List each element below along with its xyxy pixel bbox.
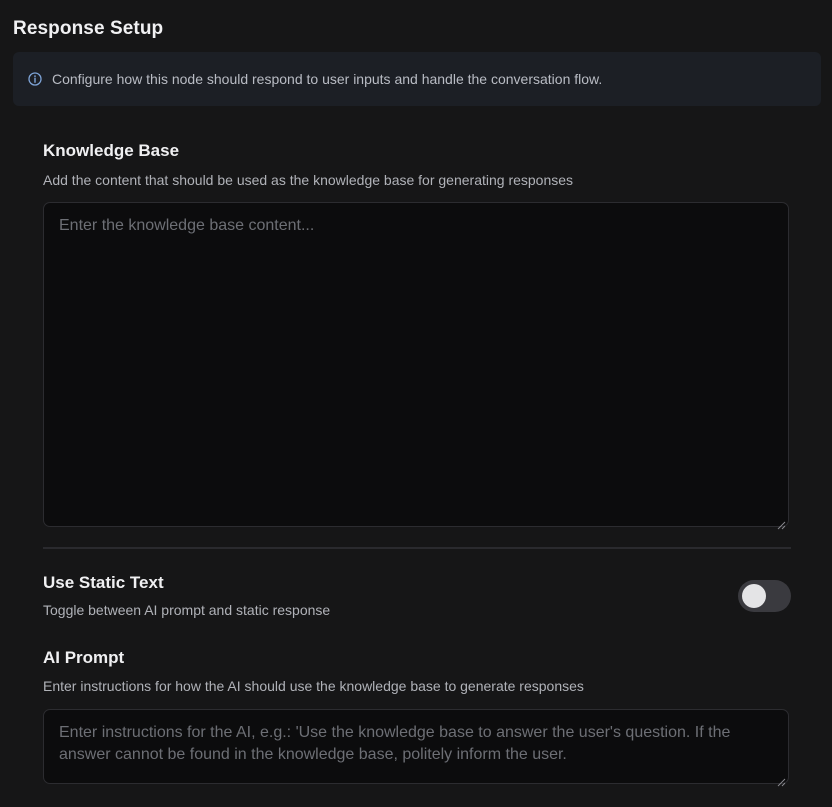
ai-prompt-description: Enter instructions for how the AI should…	[43, 678, 584, 694]
knowledge-base-placeholder: Enter the knowledge base content...	[59, 217, 315, 234]
info-text: Configure how this node should respond t…	[52, 71, 603, 87]
knowledge-base-title: Knowledge Base	[43, 141, 180, 160]
static-text-description: Toggle between AI prompt and static resp…	[43, 602, 331, 618]
ai-prompt-placeholder: Enter instructions for the AI, e.g.: 'Us…	[59, 724, 731, 763]
info-banner: Configure how this node should respond t…	[13, 52, 821, 106]
toggle-knob	[742, 584, 766, 608]
page-title: Response Setup	[13, 18, 164, 39]
ai-prompt-textarea[interactable]: Enter instructions for the AI, e.g.: 'Us…	[43, 709, 789, 787]
resize-grip-icon[interactable]	[777, 515, 786, 530]
knowledge-base-description: Add the content that should be used as t…	[43, 172, 574, 188]
resize-grip-icon[interactable]	[777, 772, 786, 787]
static-text-toggle[interactable]	[738, 580, 791, 612]
static-text-title: Use Static Text	[43, 573, 164, 592]
knowledge-base-textarea[interactable]: Enter the knowledge base content...	[43, 202, 789, 530]
ai-prompt-title: AI Prompt	[43, 648, 125, 667]
info-circle-icon	[28, 72, 42, 86]
section-divider	[43, 547, 791, 549]
response-setup-panel: Response Setup Configure how this node s…	[0, 0, 832, 807]
